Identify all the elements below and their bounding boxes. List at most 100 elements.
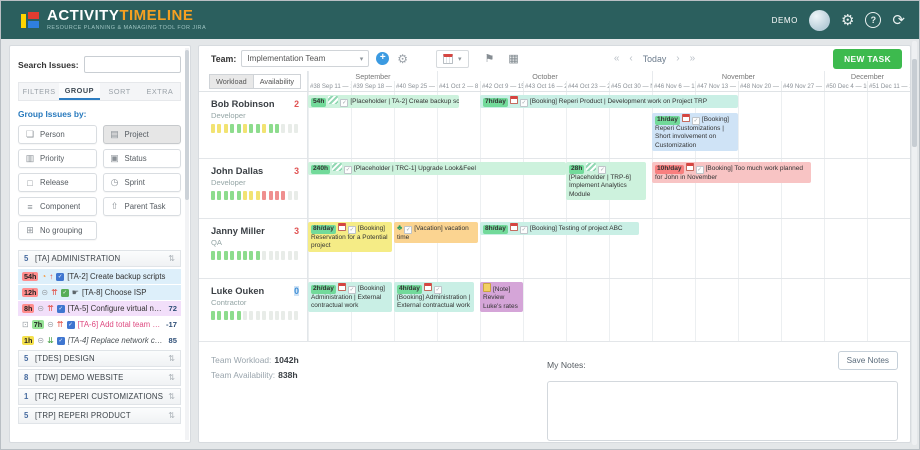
milestones-flag-icon[interactable]: ⚑ bbox=[485, 52, 495, 65]
user-avatar[interactable] bbox=[809, 10, 830, 31]
tab-group[interactable]: GROUP bbox=[59, 83, 99, 100]
month-label: October bbox=[437, 71, 652, 81]
group-by-sprint[interactable]: ◷Sprint bbox=[103, 173, 182, 192]
today-button[interactable]: Today bbox=[643, 54, 666, 64]
person-cell[interactable]: Janny Miller3QA bbox=[199, 219, 308, 278]
app-logo-icon bbox=[21, 12, 39, 28]
task-bar[interactable]: 7h/day✓[Booking] Reperi Product | Develo… bbox=[480, 95, 738, 108]
task-bar[interactable]: 8h/day✓[Booking] Testing of project ABC bbox=[480, 222, 639, 235]
sort-icon[interactable]: ⇅ bbox=[168, 254, 175, 263]
nav-last-button[interactable]: » bbox=[690, 53, 696, 64]
heat-bar bbox=[230, 124, 234, 133]
calendar-icon bbox=[510, 223, 518, 231]
heat-bar bbox=[262, 124, 266, 133]
search-issues-input[interactable] bbox=[84, 56, 181, 73]
issue-group-header[interactable]: 1[TRC] REPERI CUSTOMIZATIONS⇅ bbox=[18, 388, 181, 405]
issue-group-header[interactable]: 5[TRP] REPERI PRODUCT⇅ bbox=[18, 407, 181, 424]
issue-item[interactable]: 1h⊝⇊✓[TA-4] Replace network card85 bbox=[18, 333, 181, 348]
task-bar[interactable]: 54h✓[Placeholder | TA-2] Create backup s… bbox=[308, 95, 459, 108]
group-by-label: No grouping bbox=[40, 226, 82, 235]
sidebar-scrollbar-thumb[interactable] bbox=[185, 50, 189, 200]
group-by-no-grouping[interactable]: ⊞No grouping bbox=[18, 221, 97, 240]
checkbox-icon: ✓ bbox=[520, 99, 528, 107]
sort-icon[interactable]: ⇅ bbox=[168, 373, 175, 382]
help-icon[interactable]: ? bbox=[865, 12, 881, 28]
sort-icon[interactable]: ⇅ bbox=[168, 392, 175, 401]
group-by-status[interactable]: ▣Status bbox=[103, 149, 182, 168]
task-bar[interactable]: 28h✓[Placeholder | TRP-6] Implement Anal… bbox=[566, 162, 646, 200]
issue-group-header[interactable]: 5[TDES] DESIGN⇅ bbox=[18, 350, 181, 367]
window-scrollbar-thumb[interactable] bbox=[912, 59, 917, 147]
status-icon: ▣ bbox=[110, 153, 120, 164]
week-label: #51 Dec 11 — 1… bbox=[867, 81, 910, 91]
group-by-release[interactable]: □Release bbox=[18, 173, 97, 192]
group-by-parent-task[interactable]: ⇧Parent Task bbox=[103, 197, 182, 216]
team-settings-gear-icon[interactable]: ⚙ bbox=[397, 52, 408, 66]
nav-prev-button[interactable]: ‹ bbox=[629, 53, 632, 64]
checkbox-icon: ✓ bbox=[434, 286, 442, 294]
sort-icon[interactable]: ⇅ bbox=[168, 411, 175, 420]
nav-first-button[interactable]: « bbox=[614, 53, 620, 64]
issue-group-header[interactable]: 8[TDW] DEMO WEBSITE⇅ bbox=[18, 369, 181, 386]
person-schedule-grid: 2h/day✓[Booking] Administration | Extern… bbox=[308, 279, 910, 341]
view-mode-select[interactable]: ▾ bbox=[436, 50, 469, 68]
person-cell[interactable]: John Dallas3Developer bbox=[199, 159, 308, 218]
workload-tab[interactable]: Workload bbox=[209, 74, 254, 89]
settings-gear-icon[interactable]: ⚙ bbox=[841, 13, 854, 28]
issue-item[interactable]: 12h⊝⇈✓☛[TA-8] Choose ISP bbox=[18, 285, 181, 300]
my-notes-textarea[interactable] bbox=[547, 381, 898, 441]
heat-bar bbox=[224, 191, 228, 200]
task-bar[interactable]: 8h/day✓[Booking] Reservation for a Poten… bbox=[308, 222, 392, 252]
sidebar: Search Issues: FILTERSGROUPSORTEXTRA Gro… bbox=[9, 45, 191, 443]
arrows-up-icon: ⇈ bbox=[47, 305, 54, 313]
month-label: December bbox=[824, 71, 910, 81]
availability-tab[interactable]: Availability bbox=[253, 74, 301, 89]
save-notes-button[interactable]: Save Notes bbox=[838, 351, 898, 370]
issue-item[interactable]: ⊡7h⊝⇈✓[TA-6] Add total team availability… bbox=[18, 317, 181, 332]
issue-item[interactable]: 54h◔↑✓[TA-2] Create backup scripts bbox=[18, 269, 181, 284]
tab-extra[interactable]: EXTRA bbox=[140, 83, 180, 100]
task-bar[interactable]: 10h/day✓[Booking] Too much work planned … bbox=[652, 162, 811, 183]
month-label: November bbox=[652, 71, 824, 81]
new-task-button[interactable]: NEW TASK bbox=[833, 49, 902, 69]
heat-bar bbox=[275, 124, 279, 133]
task-bar[interactable]: ♣✓[Vacation] vacation time bbox=[394, 222, 478, 243]
calendar-icon bbox=[682, 114, 690, 122]
person-cell[interactable]: Luke Ouken0Contractor bbox=[199, 279, 308, 341]
group-by-priority[interactable]: ▥Priority bbox=[18, 149, 97, 168]
issue-item[interactable]: 8h⊝⇈✓[TA-5] Configure virtual network72 bbox=[18, 301, 181, 316]
team-select[interactable]: Implementation Team ▾ bbox=[241, 50, 369, 67]
refresh-icon[interactable]: ⟳ bbox=[892, 13, 905, 28]
task-bar[interactable]: [Note] Review Luke's rates bbox=[480, 282, 523, 312]
sprint-icon: ◷ bbox=[110, 177, 120, 188]
group-by-person[interactable]: ❏Person bbox=[18, 125, 97, 144]
sort-icon[interactable]: ⇅ bbox=[168, 354, 175, 363]
placeholder-hatch-icon bbox=[332, 163, 342, 171]
palm-icon: ♣ bbox=[397, 223, 402, 232]
estimate-badge: 54h bbox=[22, 272, 38, 281]
task-bar[interactable]: 1h/day✓[Booking] Reperi Customizations |… bbox=[652, 113, 738, 151]
issue-group-header[interactable]: 5[TA] ADMINISTRATION⇅ bbox=[18, 250, 181, 267]
person-cell[interactable]: Bob Robinson2Developer bbox=[199, 92, 308, 158]
heat-bar bbox=[230, 311, 234, 320]
task-bar[interactable]: 4h/day✓[Booking] Administration | Extern… bbox=[394, 282, 474, 312]
task-bar[interactable]: 2h/day✓[Booking] Administration | Extern… bbox=[308, 282, 392, 312]
status-gray-icon: ⊝ bbox=[37, 305, 44, 313]
group-by-component[interactable]: ≡Component bbox=[18, 197, 97, 216]
task-bar[interactable]: 240h✓[Placeholder | TRC-1] Upgrade Look&… bbox=[308, 162, 566, 175]
tab-sort[interactable]: SORT bbox=[100, 83, 140, 100]
heat-bar bbox=[224, 311, 228, 320]
heat-bar bbox=[269, 191, 273, 200]
group-by-label: Parent Task bbox=[125, 202, 166, 211]
hours-badge: 8h/day bbox=[483, 225, 508, 234]
week-label: #47 Nov 13 — 1… bbox=[695, 81, 738, 91]
tab-filters[interactable]: FILTERS bbox=[19, 83, 59, 100]
hours-badge: 240h bbox=[311, 165, 330, 174]
group-count: 8 bbox=[24, 373, 35, 382]
grid-view-icon[interactable]: ▦ bbox=[508, 52, 518, 65]
add-team-button[interactable]: + bbox=[376, 52, 389, 65]
nav-next-button[interactable]: › bbox=[676, 53, 679, 64]
heat-bar bbox=[217, 311, 221, 320]
group-by-project[interactable]: ▤Project bbox=[103, 125, 182, 144]
group-issues-by-label: Group Issues by: bbox=[18, 109, 181, 119]
